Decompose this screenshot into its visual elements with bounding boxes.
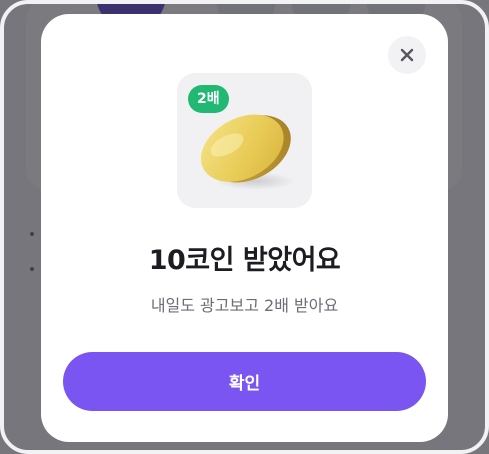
multiplier-badge: 2배 (188, 85, 229, 113)
close-button[interactable] (388, 36, 426, 74)
confirm-button[interactable]: 확인 (63, 352, 426, 411)
reward-subtitle: 내일도 광고보고 2배 받아요 (150, 296, 339, 315)
coin-icon (200, 114, 295, 190)
reward-image: 2배 (177, 73, 312, 208)
reward-modal: 2배 10코인 받았어요 내일도 광고보고 2배 받아요 확인 (41, 14, 448, 442)
reward-title: 10코인 받았어요 (148, 245, 341, 276)
close-icon (400, 48, 414, 62)
